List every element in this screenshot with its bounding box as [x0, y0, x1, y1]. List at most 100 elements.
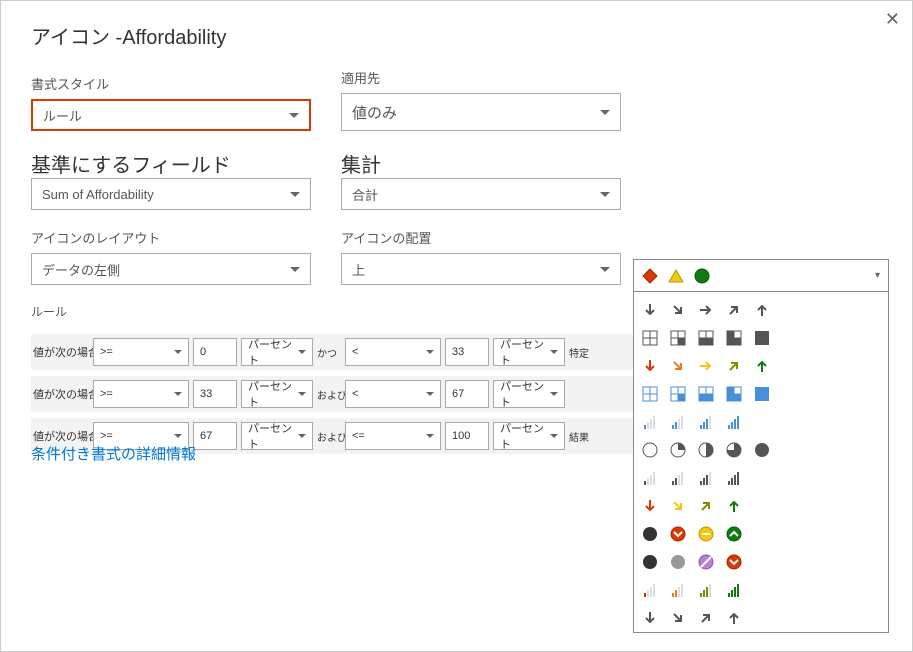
summarization-select[interactable]: 合計 [341, 178, 621, 210]
rule-op1-select[interactable]: >= [93, 380, 189, 408]
chevron-down-icon [290, 267, 300, 272]
style-option-bars-gray[interactable] [638, 464, 884, 492]
gbars-1-icon [640, 468, 660, 488]
learn-more-link[interactable]: 条件付き書式の詳細情報 [31, 443, 196, 464]
rule-op2-select[interactable]: <= [345, 422, 441, 450]
rule-v2-input[interactable]: 100 [445, 422, 489, 450]
arrow-dr-orange-icon [668, 356, 688, 376]
rule-v1-input[interactable]: 33 [193, 380, 237, 408]
style-option-pies[interactable] [638, 436, 884, 464]
rule-v2-input[interactable]: 33 [445, 338, 489, 366]
quad-b-empty-icon [640, 384, 660, 404]
arrow-down-icon [640, 300, 660, 320]
pie-50-icon [696, 440, 716, 460]
style-option-arrows-gray4[interactable] [638, 604, 884, 632]
rule-prefix: 値が次の場合 [33, 386, 89, 402]
rule-result: 結果 [569, 429, 593, 444]
rule-unit2-select[interactable]: パーセント [493, 338, 565, 366]
rule-op2-select[interactable]: < [345, 380, 441, 408]
chevron-down-icon [289, 113, 299, 118]
icon-layout-select[interactable]: データの左側 [31, 253, 311, 285]
cb-2-icon [668, 580, 688, 600]
quad-b-2-icon [696, 384, 716, 404]
tc-gray-icon [668, 552, 688, 572]
rule-unit1-select[interactable]: パーセント [241, 380, 313, 408]
style-option-quadrants-gray[interactable] [638, 324, 884, 352]
style-option-bars-colored[interactable] [638, 576, 884, 604]
tc-red-icon [724, 552, 744, 572]
style-option-arrows-gray[interactable] [638, 296, 884, 324]
style-dropdown[interactable]: ▾ [633, 259, 889, 633]
arrow-right-icon [696, 300, 716, 320]
icon-alignment-select[interactable]: 上 [341, 253, 621, 285]
rule-op1-select[interactable]: >= [93, 338, 189, 366]
chevron-down-icon [600, 110, 610, 115]
chevron-down-icon [600, 267, 610, 272]
rule-unit1-select[interactable]: パーセント [241, 422, 313, 450]
pie-25-icon [668, 440, 688, 460]
arrow-right-yellow-icon [696, 356, 716, 376]
ar4-down-icon [640, 496, 660, 516]
style-option-traffic[interactable] [638, 548, 884, 576]
chevron-down-icon [290, 192, 300, 197]
format-style-select[interactable]: ルール [31, 99, 311, 131]
pie-75-icon [724, 440, 744, 460]
gbars-3-icon [696, 468, 716, 488]
tc-purple-icon [696, 552, 716, 572]
ag4-down-icon [640, 608, 660, 628]
ag4-ur-icon [696, 608, 716, 628]
based-on-field-label: 基準にするフィールド [31, 155, 231, 177]
arrow-up-right-icon [724, 300, 744, 320]
bars-4-icon [724, 412, 744, 432]
quad-1-icon [668, 328, 688, 348]
style-option-arrows-4color[interactable] [638, 492, 884, 520]
tc-black-icon [640, 552, 660, 572]
circle-green-icon [694, 268, 710, 284]
rule-v1-input[interactable]: 67 [193, 422, 237, 450]
format-style-label: 書式スタイル [31, 74, 311, 93]
rule-op2-select[interactable]: < [345, 338, 441, 366]
style-selected-row[interactable]: ▾ [634, 260, 888, 292]
apply-to-label: 適用先 [341, 68, 621, 87]
rule-mid: および [317, 387, 341, 402]
dialog-title: アイコン -Affordability [31, 21, 882, 50]
quad-2-icon [696, 328, 716, 348]
arrow-down-right-icon [668, 300, 688, 320]
style-option-circles-4[interactable] [638, 520, 884, 548]
bars-1-icon [640, 412, 660, 432]
chevron-down-icon [600, 192, 610, 197]
rule-unit1-select[interactable]: パーセント [241, 338, 313, 366]
c4-red-icon [668, 524, 688, 544]
rule-v1-input[interactable]: 0 [193, 338, 237, 366]
rule-prefix: 値が次の場合 [33, 344, 89, 360]
arrow-ur-olive-icon [724, 356, 744, 376]
rule-v2-input[interactable]: 67 [445, 380, 489, 408]
bars-3-icon [696, 412, 716, 432]
cb-3-icon [696, 580, 716, 600]
style-option-quadrants-blue[interactable] [638, 380, 884, 408]
quad-3-icon [724, 328, 744, 348]
gbars-2-icon [668, 468, 688, 488]
style-option-arrows-colored[interactable] [638, 352, 884, 380]
rule-mid: かつ [317, 345, 341, 360]
quad-b-3-icon [724, 384, 744, 404]
quad-empty-icon [640, 328, 660, 348]
ar4-up-icon [724, 496, 744, 516]
apply-to-select[interactable]: 値のみ [341, 93, 621, 131]
c4-yellow-icon [696, 524, 716, 544]
pie-0-icon [640, 440, 660, 460]
rule-unit2-select[interactable]: パーセント [493, 380, 565, 408]
pie-100-icon [752, 440, 772, 460]
based-on-field-select[interactable]: Sum of Affordability [31, 178, 311, 210]
rule-result: 特定 [569, 345, 593, 360]
close-button[interactable]: ✕ [885, 9, 900, 30]
style-option-bars-blue[interactable] [638, 408, 884, 436]
style-dropdown-list[interactable] [634, 292, 888, 632]
arrow-up-green-icon [752, 356, 772, 376]
c4-green-icon [724, 524, 744, 544]
icon-layout-label: アイコンのレイアウト [31, 228, 311, 247]
close-icon: ✕ [885, 9, 900, 29]
rule-unit2-select[interactable]: パーセント [493, 422, 565, 450]
gbars-4-icon [724, 468, 744, 488]
icon-alignment-label: アイコンの配置 [341, 228, 621, 247]
